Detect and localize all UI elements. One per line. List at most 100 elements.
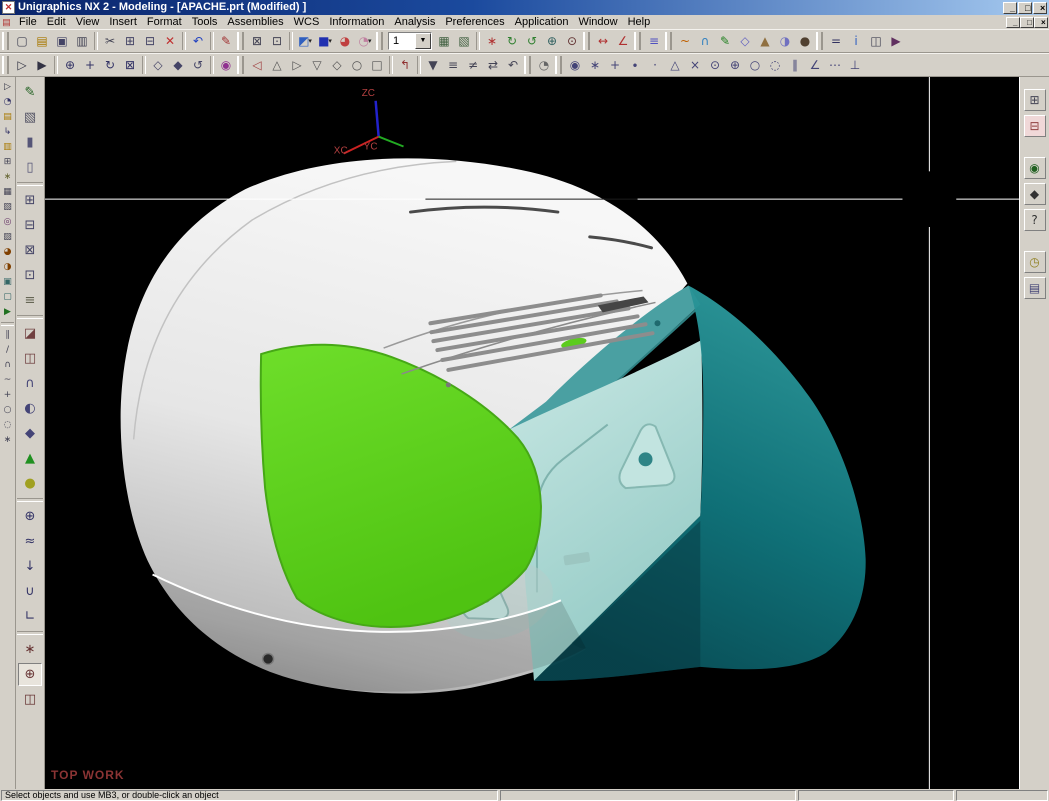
inferred-point-icon[interactable]: ◉	[565, 55, 585, 75]
measure-angle-icon[interactable]: ∠	[613, 31, 633, 51]
line-icon[interactable]: /	[1, 344, 14, 357]
system-materials-tab[interactable]: ▤	[1024, 277, 1046, 299]
snap-angle-icon[interactable]: ∠	[805, 55, 825, 75]
general-selection-icon[interactable]: ◁	[247, 55, 267, 75]
revolve-icon[interactable]: ◑	[775, 31, 795, 51]
existing-point-icon[interactable]: +	[605, 55, 625, 75]
body-faces-icon[interactable]: ◇	[327, 55, 347, 75]
point-on-curve-icon[interactable]: ○	[745, 55, 765, 75]
orient-view-icon[interactable]: ◩▾	[295, 31, 315, 51]
mdi-minimize-button[interactable]: _	[1006, 17, 1020, 28]
reset-selection-icon[interactable]: ↰	[395, 55, 415, 75]
grid-layout-icon[interactable]: ▦	[1, 186, 14, 199]
arc-tool-icon[interactable]: ∩	[1, 359, 14, 372]
information-window-icon[interactable]: i	[846, 31, 866, 51]
ellipse-icon[interactable]: ◌	[1, 419, 14, 432]
face-blend-icon[interactable]: ∩	[18, 372, 42, 395]
zoom-icon[interactable]: ⊕	[60, 55, 80, 75]
spline-icon[interactable]: ~	[1, 374, 14, 387]
menu-format[interactable]: Format	[142, 16, 187, 29]
grid-point-icon[interactable]: ⋯	[825, 55, 845, 75]
pin-icon[interactable]: ∗	[1, 171, 14, 184]
arc-center-icon[interactable]: ⊙	[705, 55, 725, 75]
corner-icon[interactable]: ∟	[18, 605, 42, 628]
toolbar-grip[interactable]	[816, 32, 823, 50]
history-tab[interactable]: ◷	[1024, 251, 1046, 273]
control-point-icon[interactable]: △	[665, 55, 685, 75]
clip-section-icon[interactable]: ◔▾	[355, 31, 375, 51]
menu-tools[interactable]: Tools	[187, 16, 223, 29]
face-analysis-icon[interactable]: ◉	[216, 55, 236, 75]
graphics-viewport[interactable]: ZC XC YC TOP WORK	[45, 77, 1019, 789]
parallel-lines-icon[interactable]: ∥	[1, 329, 14, 342]
pan-icon[interactable]: +	[80, 55, 100, 75]
two-curves-icon[interactable]: ∥	[785, 55, 805, 75]
new-icon[interactable]: ▢	[12, 31, 32, 51]
sketch-tool-icon[interactable]: ✎	[18, 81, 42, 104]
layer-visible-in-view-icon[interactable]: ▧	[454, 31, 474, 51]
cursor-point-icon[interactable]: ∗	[585, 55, 605, 75]
toolbar-grip[interactable]	[237, 56, 244, 74]
fit-view-icon[interactable]: ⊡	[267, 31, 287, 51]
e-learning-tab[interactable]: ◆	[1024, 183, 1046, 205]
previous-selection-icon[interactable]: ↶	[503, 55, 523, 75]
clip-section-icon-dropdown-arrow[interactable]: ▾	[368, 35, 372, 47]
measure-distance-icon[interactable]: ↔	[593, 31, 613, 51]
arrow-tool-icon[interactable]: ↳	[1, 126, 14, 139]
print-preview-icon[interactable]: ▨	[1, 231, 14, 244]
wcs-rotate-icon[interactable]: ↺	[522, 31, 542, 51]
preferences-icon[interactable]: ◔	[534, 55, 554, 75]
extrude-icon[interactable]: ▲	[755, 31, 775, 51]
display-mode-icon-dropdown-arrow[interactable]: ▾	[328, 35, 332, 47]
expressions-icon[interactable]: =	[826, 31, 846, 51]
edge-blend-icon[interactable]: ◐	[18, 397, 42, 420]
menu-application[interactable]: Application	[510, 16, 574, 29]
orient-view-icon-dropdown-arrow[interactable]: ▾	[308, 35, 312, 47]
menu-file[interactable]: File	[14, 16, 42, 29]
box-open-icon[interactable]: ▢	[1, 291, 14, 304]
subtract-icon[interactable]: ⊟	[18, 214, 42, 237]
box-closed-icon[interactable]: ▣	[1, 276, 14, 289]
annotation-icon[interactable]: ≡	[644, 31, 664, 51]
flag-icon[interactable]: ▶	[1, 306, 14, 319]
macro-icon[interactable]: ▶	[886, 31, 906, 51]
web-browser-tab[interactable]: ◉	[1024, 157, 1046, 179]
toolbar-grip[interactable]	[665, 32, 672, 50]
delete-icon[interactable]: ✕	[160, 31, 180, 51]
selection-arrow-icon[interactable]: ▷	[12, 55, 32, 75]
point-set-icon[interactable]: ∗	[18, 638, 42, 661]
circle-icon[interactable]: ○	[1, 404, 14, 417]
view-orbit-icon[interactable]: ◔	[1, 96, 14, 109]
catalog-book-icon[interactable]: ▧	[1, 201, 14, 214]
tangent-faces-icon[interactable]: ▷	[287, 55, 307, 75]
point-plus-icon[interactable]: +	[1, 389, 14, 402]
mdi-close-button[interactable]: ×	[1034, 17, 1048, 28]
display-mode-icon[interactable]: ■▾	[315, 31, 335, 51]
menu-preferences[interactable]: Preferences	[440, 16, 509, 29]
help-tab[interactable]: ?	[1024, 209, 1046, 231]
emboss-icon[interactable]: ⊡	[18, 264, 42, 287]
split-body-icon[interactable]: ◫	[18, 347, 42, 370]
window-cascade-icon[interactable]: ◫	[866, 31, 886, 51]
toolbar-grip[interactable]	[237, 32, 244, 50]
constraint-icon[interactable]: ⊥	[845, 55, 865, 75]
toolbar-grip[interactable]	[376, 32, 383, 50]
offset-curve-icon[interactable]: ≈	[18, 530, 42, 553]
menu-view[interactable]: View	[71, 16, 105, 29]
wcs-dynamics-icon[interactable]: ↻	[502, 31, 522, 51]
menu-insert[interactable]: Insert	[104, 16, 142, 29]
work-layer-combo[interactable]: 1▼	[388, 32, 432, 50]
datum-plane-icon[interactable]: ◇	[735, 31, 755, 51]
update-display-icon[interactable]: ↺	[188, 55, 208, 75]
region-faces-icon[interactable]: ○	[347, 55, 367, 75]
intersect-icon[interactable]: ⊠	[18, 239, 42, 262]
extrude-body-icon[interactable]: ▮	[18, 131, 42, 154]
arc-icon[interactable]: ∩	[695, 31, 715, 51]
datum-stack-icon[interactable]: ≡	[18, 289, 42, 312]
intersection-point-icon[interactable]: ×	[685, 55, 705, 75]
menu-wcs[interactable]: WCS	[289, 16, 325, 29]
dashed-face-icon[interactable]: ▧	[18, 106, 42, 129]
deselect-all-icon[interactable]: ≠	[463, 55, 483, 75]
pen-tool-icon[interactable]: ✎	[216, 31, 236, 51]
select-all-icon[interactable]: ≡	[443, 55, 463, 75]
